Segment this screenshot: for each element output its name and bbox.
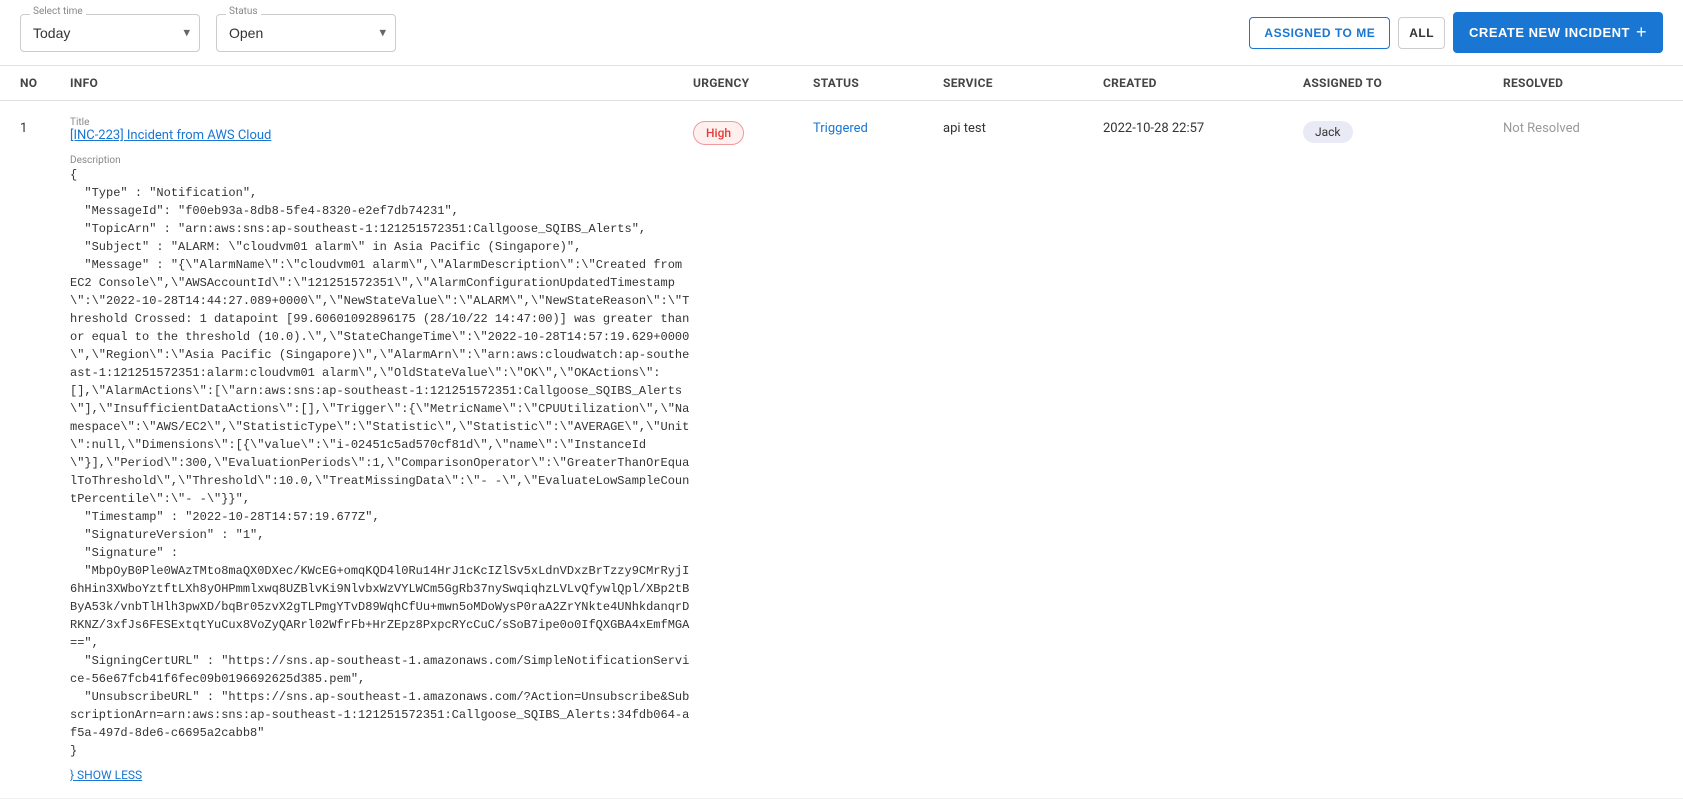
created-cell: 2022-10-28 22:57 xyxy=(1103,117,1303,136)
plus-icon: + xyxy=(1636,22,1647,43)
col-info: INFO xyxy=(70,76,693,90)
desc-label: Description xyxy=(70,155,693,166)
topbar-right: ASSIGNED TO ME ALL CREATE NEW INCIDENT + xyxy=(1249,12,1663,53)
create-new-incident-button[interactable]: CREATE NEW INCIDENT + xyxy=(1453,12,1663,53)
select-time-input[interactable]: TodayYesterdayLast 7 DaysLast 30 DaysCus… xyxy=(20,14,200,52)
col-assigned-to: ASSIGNED TO xyxy=(1303,76,1503,90)
created-value: 2022-10-28 22:57 xyxy=(1103,121,1204,136)
status-input[interactable]: OpenClosedAll xyxy=(216,14,396,52)
col-resolved: RESOLVED xyxy=(1503,76,1663,90)
table-row: 1 Title [INC-223] Incident from AWS Clou… xyxy=(0,101,1683,799)
urgency-badge: High xyxy=(693,121,744,145)
status-cell: Triggered xyxy=(813,117,943,136)
show-less-button[interactable]: } SHOW LESS xyxy=(70,768,693,782)
col-service: SERVICE xyxy=(943,76,1103,90)
assigned-badge: Jack xyxy=(1303,121,1353,143)
assigned-to-me-button[interactable]: ASSIGNED TO ME xyxy=(1249,17,1390,49)
incident-title-link[interactable]: [INC-223] Incident from AWS Cloud xyxy=(70,128,271,143)
table-body: 1 Title [INC-223] Incident from AWS Clou… xyxy=(0,101,1683,799)
select-time-wrapper: Select time TodayYesterdayLast 7 DaysLas… xyxy=(20,14,200,52)
status-value: Triggered xyxy=(813,121,868,136)
incident-info: Title [INC-223] Incident from AWS Cloud … xyxy=(70,117,693,782)
service-cell: api test xyxy=(943,117,1103,136)
select-time-label: Select time xyxy=(30,6,86,17)
resolved-cell: Not Resolved xyxy=(1503,117,1663,136)
row-no: 1 xyxy=(20,117,70,136)
status-label: Status xyxy=(226,6,261,17)
col-created: CREATED xyxy=(1103,76,1303,90)
service-value: api test xyxy=(943,121,986,136)
create-new-incident-label: CREATE NEW INCIDENT xyxy=(1469,25,1630,40)
col-urgency: URGENCY xyxy=(693,76,813,90)
urgency-cell: High xyxy=(693,117,813,145)
desc-group: Description { "Type" : "Notification", "… xyxy=(70,151,693,782)
status-wrapper: Status OpenClosedAll ▾ xyxy=(216,14,396,52)
assigned-to-cell: Jack xyxy=(1303,117,1503,143)
col-no: NO xyxy=(20,76,70,90)
topbar: Select time TodayYesterdayLast 7 DaysLas… xyxy=(0,0,1683,66)
title-group: Title [INC-223] Incident from AWS Cloud xyxy=(70,117,693,143)
desc-content: { "Type" : "Notification", "MessageId": … xyxy=(70,166,693,760)
resolved-value: Not Resolved xyxy=(1503,121,1580,136)
table-header: NO INFO URGENCY STATUS SERVICE CREATED A… xyxy=(0,66,1683,101)
col-status: STATUS xyxy=(813,76,943,90)
title-label: Title xyxy=(70,117,693,128)
all-button[interactable]: ALL xyxy=(1398,17,1445,49)
filter-group: Select time TodayYesterdayLast 7 DaysLas… xyxy=(20,14,1233,52)
